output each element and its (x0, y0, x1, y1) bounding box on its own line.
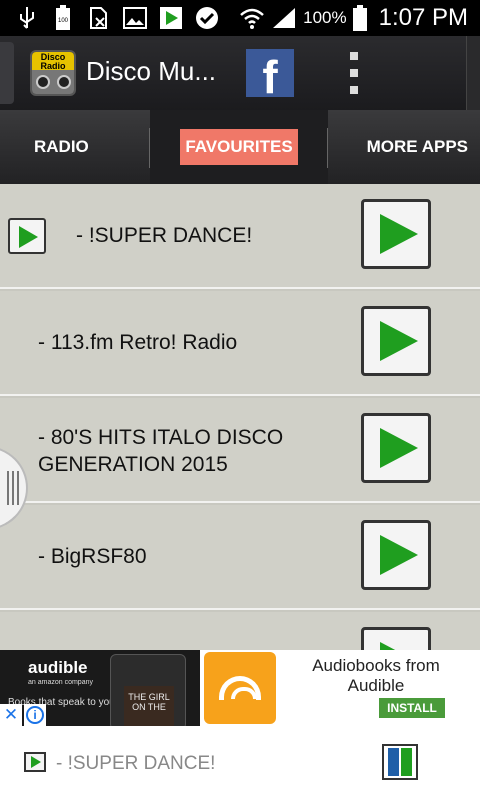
station-name: - 80'S HITS ITALO DISCO GENERATION 2015 (38, 424, 283, 478)
now-playing-title: - !SUPER DANCE! (56, 753, 216, 774)
tab-bar: RADIO FAVOURITES MORE APPS (0, 110, 480, 184)
now-playing-icon (24, 752, 46, 772)
play-icon (158, 5, 184, 31)
no-sim-icon (86, 5, 112, 31)
install-button[interactable]: INSTALL (379, 698, 445, 718)
tab-label: MORE APPS (366, 137, 468, 156)
ad-brand: audible (28, 658, 88, 677)
tab-radio[interactable]: RADIO (0, 110, 150, 184)
wifi-icon (239, 5, 265, 31)
ad-info-icon[interactable]: i (24, 704, 46, 726)
menu-dot-icon (350, 69, 358, 77)
notification-icons: 100 (0, 5, 239, 31)
station-name-line: - 80'S HITS ITALO DISCO (38, 426, 284, 449)
station-list[interactable]: - !SUPER DANCE! - 113.fm Retro! Radio - … (0, 184, 480, 650)
play-button[interactable] (361, 413, 431, 483)
pause-bar-right (401, 748, 412, 776)
list-item[interactable] (0, 612, 480, 650)
app-logo-icon[interactable]: Disco Radio (30, 50, 76, 96)
radio-speakers-icon (32, 70, 74, 94)
signal-icon (271, 5, 297, 31)
battery-100-icon: 100 (50, 5, 76, 31)
station-name: - 113.fm Retro! Radio (38, 331, 238, 354)
app-bar-edge (466, 36, 480, 110)
app-title: Disco Mu... (86, 56, 217, 86)
book-cover: THE GIRL ON THE (124, 686, 174, 726)
menu-dot-icon (350, 86, 358, 94)
station-name: - BigRSF80 (38, 545, 147, 568)
ad-title[interactable]: Audiobooks from Audible (288, 656, 464, 696)
facebook-button[interactable]: f (246, 49, 294, 97)
pause-bar-left (388, 748, 399, 776)
svg-text:100: 100 (58, 18, 69, 24)
play-button[interactable] (361, 199, 431, 269)
facebook-icon: f (262, 51, 278, 97)
pause-button[interactable] (382, 744, 418, 780)
app-bar: Disco Radio Disco Mu... f (0, 36, 480, 110)
ad-banner[interactable]: audible an amazon company Books that spe… (0, 650, 480, 726)
ad-brand-sub: an amazon company (28, 679, 93, 686)
battery-icon (352, 5, 367, 31)
list-item[interactable]: - !SUPER DANCE! (0, 184, 480, 289)
menu-dot-icon (350, 52, 358, 60)
ad-close-icon[interactable]: ✕ (0, 704, 22, 726)
play-button[interactable] (361, 306, 431, 376)
now-playing-indicator-icon (8, 218, 46, 254)
list-item[interactable]: - 113.fm Retro! Radio (0, 291, 480, 396)
image-icon (122, 5, 148, 31)
tab-favourites[interactable]: FAVOURITES (150, 110, 328, 184)
list-item[interactable]: - 80'S HITS ITALO DISCO GENERATION 2015 (0, 398, 480, 503)
check-icon (194, 5, 220, 31)
station-name-line: GENERATION 2015 (38, 453, 228, 476)
logo-text: Disco Radio (32, 52, 74, 71)
tab-label: FAVOURITES (185, 137, 293, 156)
status-bar: 100 100% 1:07 PM (0, 0, 480, 36)
system-icons: 100% 1:07 PM (239, 4, 480, 32)
overflow-menu-button[interactable] (340, 52, 368, 94)
clock: 1:07 PM (378, 4, 468, 31)
info-glyph: i (26, 706, 44, 724)
tab-more-apps[interactable]: MORE APPS (328, 110, 480, 184)
mini-player: - !SUPER DANCE! (0, 726, 480, 800)
station-name: - !SUPER DANCE! (76, 224, 253, 247)
list-item[interactable]: - BigRSF80 (0, 505, 480, 610)
usb-icon (14, 5, 40, 31)
tab-label: RADIO (34, 137, 89, 156)
play-button[interactable] (361, 520, 431, 590)
audible-app-icon[interactable] (204, 652, 276, 724)
battery-percent: 100% (303, 8, 347, 27)
play-button[interactable] (361, 627, 431, 650)
